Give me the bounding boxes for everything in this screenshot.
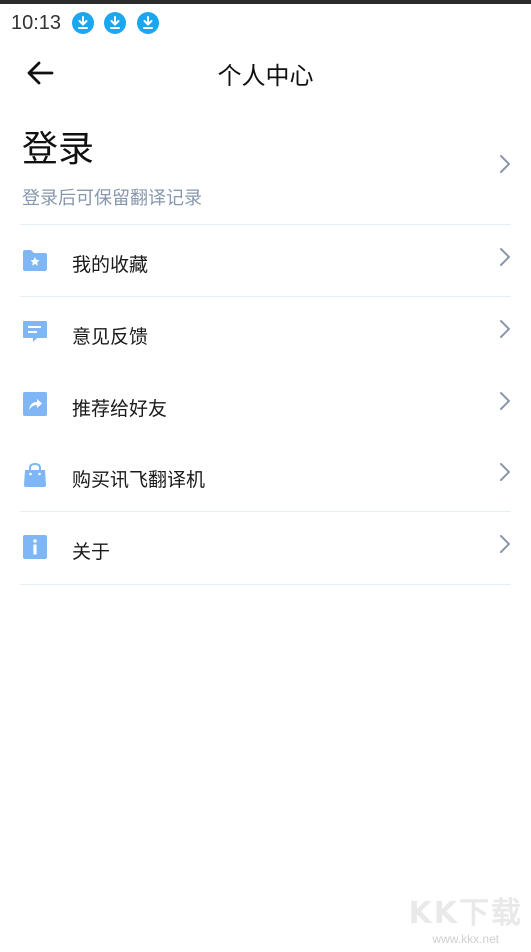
download-icon <box>72 12 94 34</box>
chevron-right-icon <box>500 320 510 338</box>
chevron-right-icon <box>500 392 510 410</box>
status-bar: 10:13 <box>0 4 531 40</box>
menu-item-favorites[interactable]: 我的收藏 <box>0 225 531 297</box>
header: 个人中心 <box>0 48 531 98</box>
page-title: 个人中心 <box>217 62 314 90</box>
menu-item-label: 关于 <box>72 541 111 563</box>
download-icon <box>137 12 159 34</box>
menu-item-label: 意见反馈 <box>72 326 149 348</box>
menu-item-label: 购买讯飞翻译机 <box>72 469 206 491</box>
status-time: 10:13 <box>11 12 62 34</box>
watermark-logo: KK下载 <box>408 896 523 931</box>
menu-item-about[interactable]: 关于 <box>0 512 531 584</box>
chevron-right-icon <box>500 463 510 481</box>
menu-item-recommend[interactable]: 推荐给好友 <box>0 369 531 441</box>
folder-star-icon <box>23 250 47 271</box>
menu-item-label: 推荐给好友 <box>72 398 168 420</box>
shopping-bag-icon <box>24 462 46 487</box>
menu-item-feedback[interactable]: 意见反馈 <box>0 297 531 369</box>
chevron-right-icon <box>500 535 510 553</box>
message-icon <box>23 321 47 342</box>
info-icon <box>23 535 47 559</box>
divider <box>20 584 511 585</box>
login-title: 登录 <box>22 129 95 170</box>
menu-item-label: 我的收藏 <box>72 254 149 276</box>
login-row[interactable]: 登录 登录后可保留翻译记录 <box>0 110 531 224</box>
watermark: KK下载 www.kkx.net <box>409 888 524 946</box>
menu-item-buy-translator[interactable]: 购买讯飞翻译机 <box>0 440 531 512</box>
chevron-right-icon <box>500 155 510 173</box>
download-icon <box>104 12 126 34</box>
login-subtitle: 登录后可保留翻译记录 <box>22 188 202 209</box>
watermark-url: www.kkx.net <box>432 932 500 946</box>
share-icon <box>23 392 47 416</box>
chevron-right-icon <box>500 248 510 266</box>
